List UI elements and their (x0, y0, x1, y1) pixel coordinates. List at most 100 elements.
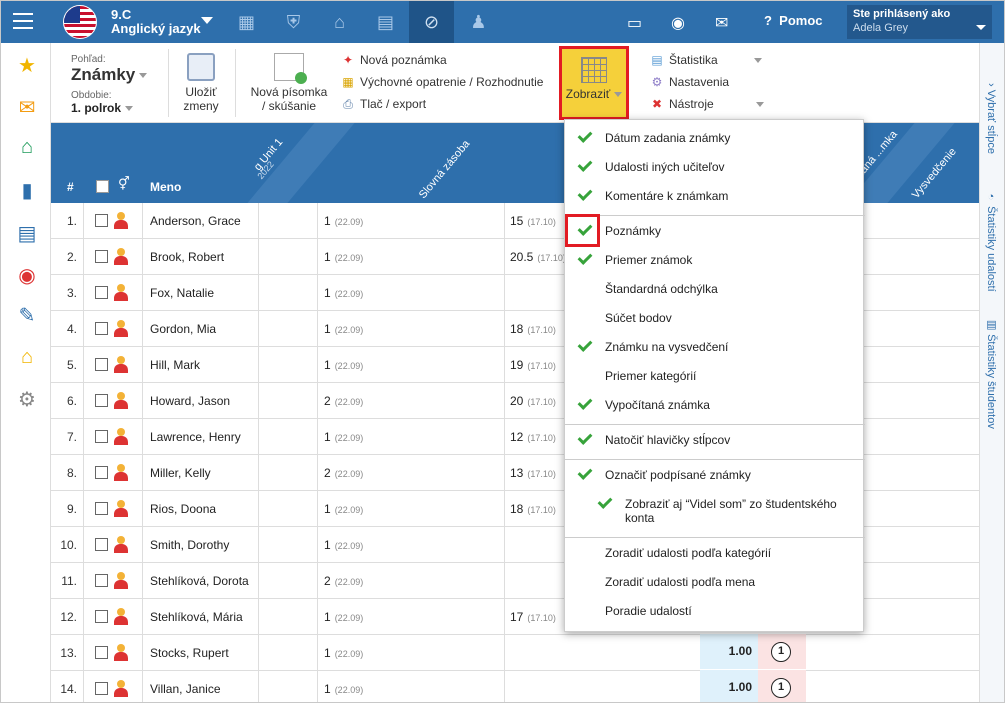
row-checkbox[interactable] (95, 358, 108, 371)
row-checkbox[interactable] (95, 682, 108, 695)
grade-cell[interactable]: 1 (22.09) (324, 538, 363, 552)
row-checkbox[interactable] (95, 502, 108, 515)
grade-cell[interactable]: 15 (17.10) (510, 214, 556, 228)
bar-chart-icon[interactable]: ▤ (363, 1, 408, 43)
mail-icon[interactable]: ✉ (715, 13, 728, 33)
grade-cell[interactable]: 1 (22.09) (324, 214, 363, 228)
final-grade-cell[interactable]: 1 (758, 670, 806, 702)
grade-cell[interactable]: 1 (22.09) (324, 250, 363, 264)
grade-cell[interactable]: 1 (22.09) (324, 358, 363, 372)
shield-icon[interactable]: ⛨ (271, 1, 316, 43)
student-name[interactable]: Miller, Kelly (150, 466, 211, 480)
tools-button[interactable]: ✖ Nástroje (649, 97, 764, 111)
open-book-icon[interactable]: ▤ (15, 221, 39, 246)
student-name[interactable]: Smith, Dorothy (150, 538, 229, 552)
menu-item[interactable]: Štandardná odchýlka (565, 282, 865, 300)
row-checkbox[interactable] (95, 394, 108, 407)
grade-cell[interactable]: 1 (22.09) (324, 610, 363, 624)
comments-icon[interactable]: ◉ (15, 263, 39, 288)
student-name[interactable]: Villan, Janice (150, 682, 221, 696)
grade-cell[interactable]: 2 (22.09) (324, 574, 363, 588)
new-note-button[interactable]: ✦ Nová poznámka (340, 53, 447, 67)
header-name[interactable]: Meno (150, 180, 181, 194)
menu-item[interactable]: Zoradiť udalosti podľa mena (565, 575, 865, 593)
select-all-checkbox[interactable] (96, 180, 109, 193)
student-name[interactable]: Brook, Robert (150, 250, 224, 264)
briefcase-icon[interactable]: ▦ (224, 1, 269, 43)
star-icon[interactable]: ★ (15, 53, 39, 78)
student-name[interactable]: Stehlíková, Dorota (150, 574, 249, 588)
help-link[interactable]: ? Pomoc (764, 13, 823, 28)
view-selector[interactable]: Pohľad: Známky (71, 54, 148, 85)
grade-cell[interactable]: 20 (17.10) (510, 394, 556, 408)
student-name[interactable]: Hill, Mark (150, 358, 200, 372)
menu-item[interactable]: Priemer kategórií (565, 369, 865, 387)
menu-item[interactable]: Poradie udalostí (565, 604, 865, 622)
class-dropdown-icon[interactable] (201, 17, 213, 24)
row-checkbox[interactable] (95, 538, 108, 551)
statistics-button[interactable]: ▤ Štatistika (649, 53, 762, 67)
menu-item[interactable]: Vypočítaná známka (565, 398, 865, 416)
institution-icon[interactable]: ⌂ (317, 1, 362, 43)
menu-item[interactable]: Komentáre k známkam (565, 189, 865, 207)
grade-cell[interactable] (510, 682, 514, 696)
student-name[interactable]: Howard, Jason (150, 394, 230, 408)
no-walking-icon[interactable]: ⊘ (409, 1, 454, 43)
bank-icon[interactable]: ⌂ (15, 346, 39, 369)
row-checkbox[interactable] (95, 322, 108, 335)
print-button[interactable]: ⎙ Tlač / export (340, 97, 426, 112)
cast-icon[interactable]: ▭ (627, 13, 642, 33)
period-selector[interactable]: Obdobie: 1. polrok (71, 90, 134, 115)
menu-item[interactable]: Priemer známok (565, 253, 865, 271)
chat-icon[interactable]: ◉ (671, 13, 685, 33)
menu-item[interactable]: Udalosti iných učiteľov (565, 160, 865, 178)
row-checkbox[interactable] (95, 466, 108, 479)
grade-cell[interactable]: 1 (22.09) (324, 682, 363, 696)
student-name[interactable]: Lawrence, Henry (150, 430, 241, 444)
grade-cell[interactable]: 18 (17.10) (510, 502, 556, 516)
book-icon[interactable]: ▮ (15, 178, 39, 203)
menu-item[interactable]: Zoradiť udalosti podľa kategórií (565, 546, 865, 564)
event-stats-link[interactable]: ◔ Štatistiky udalostí (985, 191, 997, 292)
menu-item[interactable]: Známku na vysvedčení (565, 340, 865, 358)
grade-cell[interactable]: 1 (22.09) (324, 646, 363, 660)
row-checkbox[interactable] (95, 646, 108, 659)
settings-button[interactable]: ⚙ Nastavenia (649, 75, 729, 89)
grade-cell[interactable]: 18 (17.10) (510, 322, 556, 336)
grade-cell[interactable]: 1 (22.09) (324, 430, 363, 444)
save-button[interactable]: Uložiť zmeny (179, 53, 223, 113)
student-name[interactable]: Stocks, Rupert (150, 646, 229, 660)
pencil-icon[interactable]: ✎ (15, 303, 39, 328)
grade-cell[interactable]: 1 (22.09) (324, 322, 363, 336)
menu-icon[interactable] (13, 13, 33, 29)
grade-cell[interactable]: 1 (22.09) (324, 502, 363, 516)
grade-cell[interactable]: 12 (17.10) (510, 430, 556, 444)
student-name[interactable]: Gordon, Mia (150, 322, 216, 336)
edu-measure-button[interactable]: ▦ Výchovné opatrenie / Rozhodnutie (340, 75, 543, 89)
grade-cell[interactable]: 2 (22.09) (324, 394, 363, 408)
menu-item[interactable]: Súčet bodov (565, 311, 865, 329)
grade-cell[interactable] (510, 538, 514, 552)
menu-item[interactable]: Natočiť hlavičky stĺpcov (565, 433, 865, 451)
menu-item[interactable]: konta (565, 511, 865, 529)
grade-cell[interactable] (510, 286, 514, 300)
grade-cell[interactable]: 17 (17.10) (510, 610, 556, 624)
row-checkbox[interactable] (95, 250, 108, 263)
envelope-icon[interactable]: ✉ (15, 95, 39, 120)
user-menu[interactable]: Ste prihlásený ako Adela Grey (847, 5, 992, 39)
student-name[interactable]: Fox, Natalie (150, 286, 214, 300)
menu-item[interactable]: Poznámky (565, 224, 865, 242)
row-checkbox[interactable] (95, 574, 108, 587)
final-grade-cell[interactable]: 1 (758, 634, 806, 669)
grade-cell[interactable]: 19 (17.10) (510, 358, 556, 372)
student-stats-link[interactable]: ▤ Štatistiky študentov (985, 318, 998, 429)
student-name[interactable]: Rios, Doona (150, 502, 216, 516)
menu-item[interactable]: Dátum zadania známky (565, 131, 865, 149)
new-test-button[interactable]: Nová písomka / skúšanie (245, 53, 333, 113)
grade-cell[interactable]: 20.5 (17.10) (510, 250, 566, 264)
row-checkbox[interactable] (95, 610, 108, 623)
grade-cell[interactable]: 13 (17.10) (510, 466, 556, 480)
student-name[interactable]: Stehlíková, Mária (150, 610, 243, 624)
student-name[interactable]: Anderson, Grace (150, 214, 241, 228)
row-checkbox[interactable] (95, 430, 108, 443)
